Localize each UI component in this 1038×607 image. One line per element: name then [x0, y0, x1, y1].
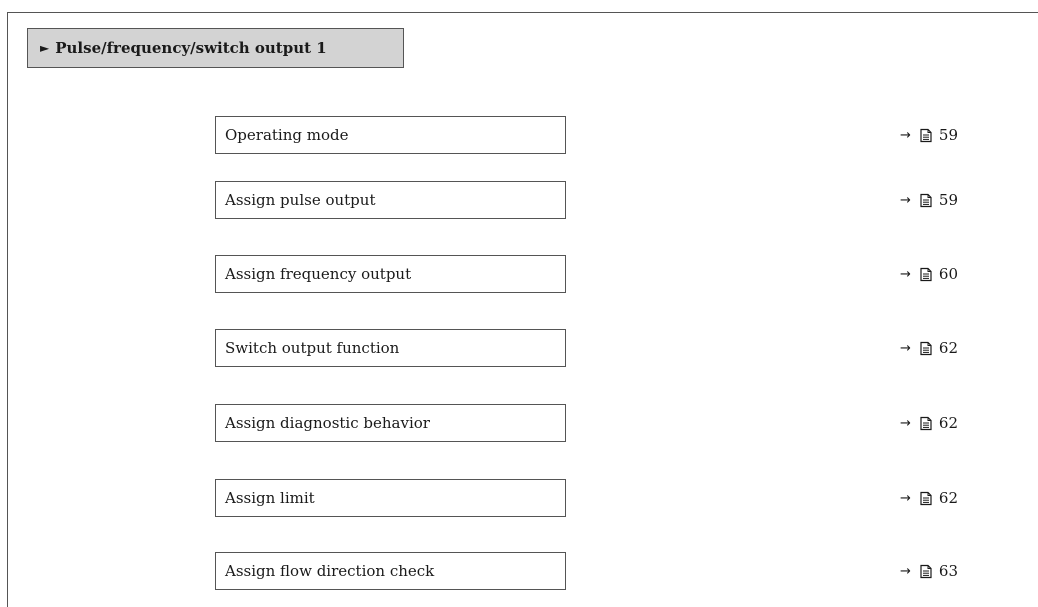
arrow-right-icon: →	[900, 490, 911, 506]
parameter-assign-pulse-output[interactable]: Assign pulse output	[215, 181, 566, 219]
page-reference-icon	[919, 128, 933, 143]
page-reference[interactable]: → 60	[900, 255, 1000, 293]
page-reference[interactable]: → 63	[900, 552, 1000, 590]
page-number: 60	[938, 265, 958, 283]
page-number: 59	[938, 126, 958, 144]
parameter-operating-mode[interactable]: Operating mode	[215, 116, 566, 154]
page-number: 62	[938, 339, 958, 357]
page-number: 63	[938, 562, 958, 580]
submenu-title: Pulse/frequency/switch output 1	[55, 39, 327, 57]
parameter-label: Assign pulse output	[225, 191, 376, 209]
page-reference[interactable]: → 59	[900, 116, 1000, 154]
parameter-switch-output-function[interactable]: Switch output function	[215, 329, 566, 367]
parameter-label: Assign diagnostic behavior	[225, 414, 430, 432]
parameter-label: Operating mode	[225, 126, 349, 144]
page-number: 62	[938, 414, 958, 432]
page-reference-icon	[919, 341, 933, 356]
page-reference[interactable]: → 62	[900, 329, 1000, 367]
arrow-right-icon: →	[900, 563, 911, 579]
page-reference-icon	[919, 267, 933, 282]
parameter-assign-diagnostic-behavior[interactable]: Assign diagnostic behavior	[215, 404, 566, 442]
parameter-assign-flow-direction-check[interactable]: Assign flow direction check	[215, 552, 566, 590]
parameter-label: Switch output function	[225, 339, 400, 357]
frame-top-line	[7, 12, 1038, 13]
frame-left-line	[7, 12, 8, 607]
parameter-assign-frequency-output[interactable]: Assign frequency output	[215, 255, 566, 293]
parameter-label: Assign limit	[225, 489, 315, 507]
page-reference-icon	[919, 491, 933, 506]
arrow-right-icon: →	[900, 192, 911, 208]
submenu-arrow-icon: ►	[40, 41, 50, 55]
arrow-right-icon: →	[900, 340, 911, 356]
arrow-right-icon: →	[900, 415, 911, 431]
parameter-label: Assign frequency output	[225, 265, 412, 283]
page-reference-icon	[919, 193, 933, 208]
parameter-label: Assign flow direction check	[225, 562, 435, 580]
arrow-right-icon: →	[900, 127, 911, 143]
page-number: 59	[938, 191, 958, 209]
parameter-assign-limit[interactable]: Assign limit	[215, 479, 566, 517]
arrow-right-icon: →	[900, 266, 911, 282]
page-reference-icon	[919, 416, 933, 431]
page-reference-icon	[919, 564, 933, 579]
page-reference[interactable]: → 59	[900, 181, 1000, 219]
page-reference[interactable]: → 62	[900, 479, 1000, 517]
submenu-header[interactable]: ► Pulse/frequency/switch output 1	[27, 28, 404, 68]
page-number: 62	[938, 489, 958, 507]
page-reference[interactable]: → 62	[900, 404, 1000, 442]
